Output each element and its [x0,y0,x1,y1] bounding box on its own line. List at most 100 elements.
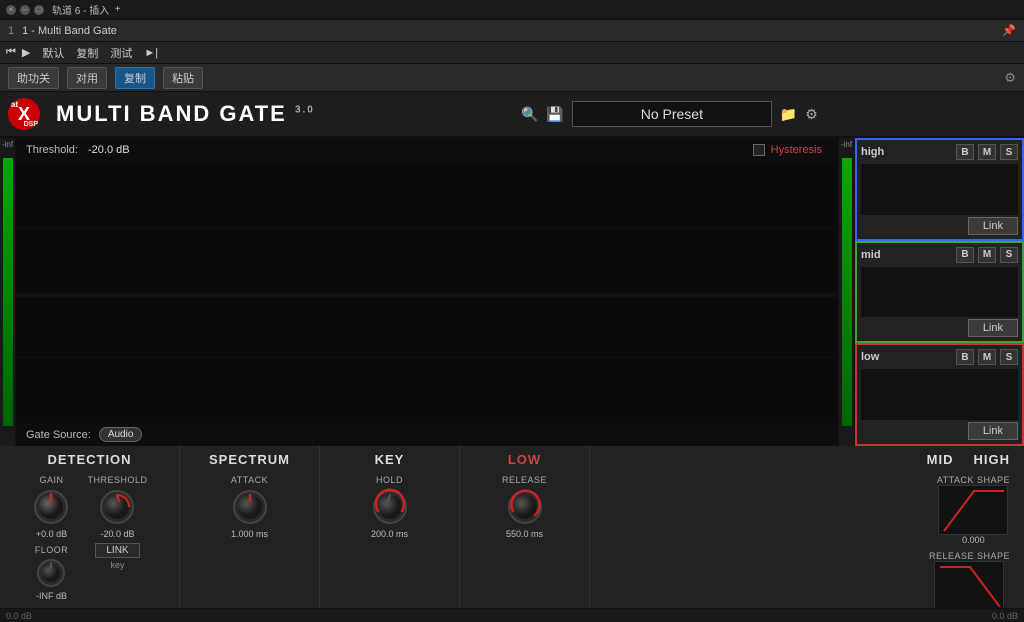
left-meter-bar [3,158,13,426]
release-value: 550.0 ms [506,529,543,539]
release-label: RELEASE [502,475,547,485]
threshold-label: Threshold: [26,144,78,156]
hold-knob[interactable] [370,487,410,527]
gain-value: +0.0 dB [36,529,67,539]
menu-item-test[interactable]: 测试 [110,45,132,61]
display-area: Threshold: -20.0 dB Hysteresis [16,138,838,446]
bottom-main-row: DETECTION GAIN [0,446,1024,622]
release-shape-display[interactable] [934,561,1004,611]
hysteresis-label: Hysteresis [771,144,822,156]
band-low-link-area: Link [861,422,1018,440]
toolbar-paste-btn[interactable]: 粘贴 [163,67,203,89]
band-low-m-btn[interactable]: M [978,349,996,365]
band-high-meter [861,164,1018,215]
threshold-knob[interactable] [97,487,137,527]
window-max-icon[interactable]: □ [34,5,44,15]
low-block: LOW RELEASE [460,446,590,622]
track-bar: 1 1 - Multi Band Gate 📌 [0,20,1024,42]
band-low-header: low B M S [861,349,1018,365]
band-section-low: low B M S Link [855,343,1024,446]
key-small-label: key [110,560,124,570]
band-high-link-area: Link [861,217,1018,235]
preset-search-btn[interactable]: 🔍 [521,106,538,123]
attack-shape-value: 0.000 [962,535,985,545]
detection-title: DETECTION [47,452,131,467]
gain-knob[interactable] [31,487,71,527]
band-low-b-btn[interactable]: B [956,349,974,365]
window-title: 轨道 6 - 插入 [52,2,109,17]
preset-save-btn[interactable]: 💾 [546,106,563,123]
spectrum-attack-group: ATTACK 1.000 ms [230,475,270,539]
waveform-display [16,162,838,423]
band-low-meter [861,369,1018,420]
pin-icon[interactable]: 📌 [1002,24,1016,37]
toolbar-match-btn[interactable]: 对用 [67,67,107,89]
plugin-version: 3.0 [295,105,315,116]
key-title: KEY [375,452,405,467]
status-right: 0.0 dB [992,611,1018,621]
track-name: 1 - Multi Band Gate [22,25,117,37]
threshold-value: -20.0 dB [88,144,130,156]
release-shape-label: RELEASE SHAPE [929,551,1010,561]
plugin-header: at X DSP MULTI BAND GATE 3.0 🔍 💾 No Pres… [0,92,1024,138]
hold-value: 200.0 ms [371,529,408,539]
right-level-meter: -inf [838,138,854,446]
key-block: KEY HOLD [320,446,460,622]
threshold-knob-group: THRESHOLD [87,475,147,570]
band-mid-b-btn[interactable]: B [956,247,974,263]
gate-source-label: Gate Source: [26,429,91,441]
window-min-icon[interactable]: – [20,5,30,15]
band-mid-name: mid [861,249,881,261]
toolbar-copy-btn[interactable]: 复制 [115,67,155,89]
band-high-name: high [861,146,884,158]
preset-name-display: No Preset [572,101,772,127]
band-high-m-btn[interactable]: M [978,144,996,160]
band-high-s-btn[interactable]: S [1000,144,1018,160]
gate-source-bar: Gate Source: Audio [16,423,838,446]
preset-settings-btn[interactable]: ⚙ [805,106,818,123]
attack-knob[interactable] [230,487,270,527]
threshold-bar: Threshold: -20.0 dB Hysteresis [16,138,838,162]
toolbar-settings-icon[interactable]: ⚙ [1004,70,1016,86]
attack-shape-group: ATTACK SHAPE 0.000 [937,475,1010,545]
gate-source-audio-btn[interactable]: Audio [99,427,143,442]
band-low-link-btn[interactable]: Link [968,422,1018,440]
floor-label: FLOOR [35,545,69,555]
window-close-icon[interactable]: × [6,5,16,15]
band-section-high: high B M S Link [855,138,1024,241]
band-mid-link-btn[interactable]: Link [968,319,1018,337]
band-low-controls: B M S [956,349,1018,365]
band-mid-s-btn[interactable]: S [1000,247,1018,263]
preset-folder-btn[interactable]: 📁 [780,106,797,123]
menu-item-default[interactable]: 默认 [42,45,64,61]
band-high-controls: B M S [956,144,1018,160]
band-low-s-btn[interactable]: S [1000,349,1018,365]
floor-value: -INF dB [36,591,67,601]
band-high-link-btn[interactable]: Link [968,217,1018,235]
attack-label: ATTACK [231,475,268,485]
menu-item-arrow[interactable]: ►| [144,47,158,59]
hold-group: HOLD 200.0 ms [370,475,410,539]
plugin-title: MULTI BAND GATE 3.0 [56,101,315,127]
gain-label: GAIN [39,475,63,485]
band-mid-link-area: Link [861,319,1018,337]
band-high-b-btn[interactable]: B [956,144,974,160]
spectrum-title: SPECTRUM [209,452,290,467]
menu-bar: ⏮ ▶ 默认 复制 测试 ►| [0,42,1024,64]
toolbar-disable-btn[interactable]: 助功关 [8,67,59,89]
shapes-area: ATTACK SHAPE 0.000 RELEASE SHAPE [604,475,1010,621]
band-high-header: high B M S [861,144,1018,160]
attack-shape-display[interactable] [938,485,1008,535]
window-plus-icon[interactable]: + [115,4,121,15]
menu-item-copy[interactable]: 复制 [76,45,98,61]
band-mid-m-btn[interactable]: M [978,247,996,263]
bottom-controls: DETECTION GAIN [0,446,1024,622]
release-knob[interactable] [505,487,545,527]
band-low-name: low [861,351,879,363]
status-left: 0.0 dB [6,611,32,621]
waveform-grid [16,162,838,423]
floor-knob[interactable] [35,557,67,589]
threshold-link-btn[interactable]: LINK [95,543,139,558]
hysteresis-checkbox[interactable] [753,144,765,156]
title-bar: × – □ 轨道 6 - 插入 + [0,0,1024,20]
